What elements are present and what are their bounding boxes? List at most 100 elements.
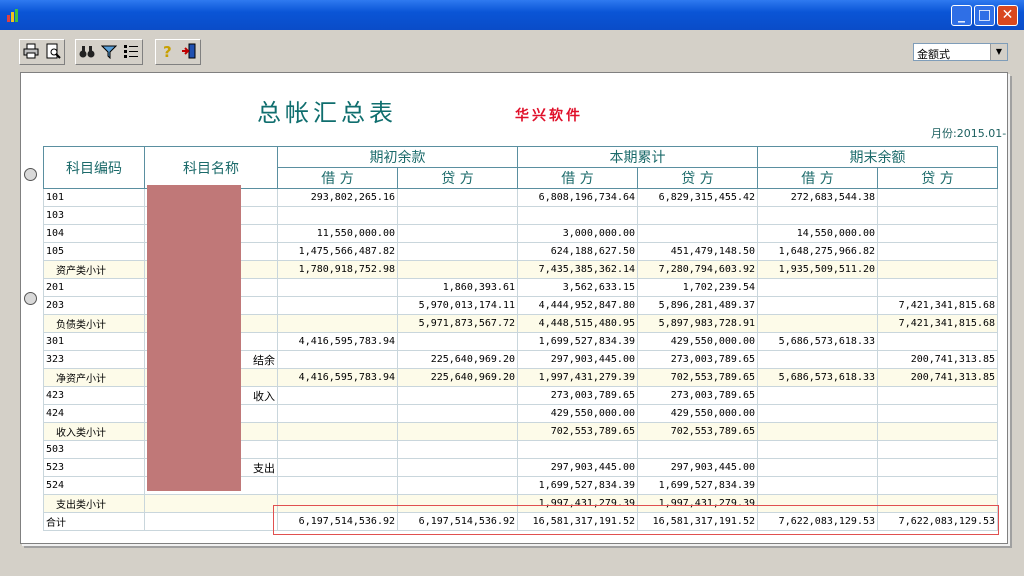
opening-debit-cell[interactable] xyxy=(277,440,398,459)
opening-debit-cell[interactable] xyxy=(277,404,398,423)
opening-debit-cell[interactable] xyxy=(277,350,398,369)
opening-credit-cell[interactable]: 1,860,393.61 xyxy=(397,278,518,297)
opening-debit-cell[interactable]: 293,802,265.16 xyxy=(277,188,398,207)
opening-credit-cell[interactable] xyxy=(397,224,518,243)
current-credit-cell[interactable] xyxy=(637,440,758,459)
account-code-cell[interactable]: 523 xyxy=(43,458,145,477)
current-credit-cell[interactable]: 273,003,789.65 xyxy=(637,386,758,405)
account-code-cell[interactable]: 103 xyxy=(43,206,145,225)
current-debit-cell[interactable]: 624,188,627.50 xyxy=(517,242,638,261)
current-credit-cell[interactable]: 429,550,000.00 xyxy=(637,332,758,351)
closing-credit-cell[interactable] xyxy=(877,206,998,225)
current-credit-cell[interactable]: 1,702,239.54 xyxy=(637,278,758,297)
closing-debit-cell[interactable] xyxy=(757,314,878,333)
closing-debit-cell[interactable] xyxy=(757,206,878,225)
help-button[interactable]: ? xyxy=(156,40,178,62)
opening-debit-cell[interactable]: 4,416,595,783.94 xyxy=(277,368,398,387)
current-debit-cell[interactable]: 1,699,527,834.39 xyxy=(517,476,638,495)
opening-credit-cell[interactable]: 5,971,873,567.72 xyxy=(397,314,518,333)
current-debit-cell[interactable]: 297,903,445.00 xyxy=(517,350,638,369)
current-debit-cell[interactable]: 7,435,385,362.14 xyxy=(517,260,638,279)
opening-debit-cell[interactable] xyxy=(277,422,398,441)
closing-debit-cell[interactable] xyxy=(757,458,878,477)
opening-debit-cell[interactable] xyxy=(277,206,398,225)
closing-debit-cell[interactable]: 14,550,000.00 xyxy=(757,224,878,243)
find-button[interactable] xyxy=(76,40,98,62)
opening-debit-cell[interactable]: 4,416,595,783.94 xyxy=(277,332,398,351)
account-code-cell[interactable]: 合计 xyxy=(43,512,145,531)
opening-debit-cell[interactable] xyxy=(277,296,398,315)
closing-credit-cell[interactable]: 7,421,341,815.68 xyxy=(877,314,998,333)
closing-debit-cell[interactable] xyxy=(757,278,878,297)
current-credit-cell[interactable] xyxy=(637,206,758,225)
account-code-cell[interactable]: 支出类小计 xyxy=(43,494,145,513)
opening-credit-cell[interactable] xyxy=(397,188,518,207)
closing-credit-cell[interactable] xyxy=(877,422,998,441)
current-credit-cell[interactable]: 702,553,789.65 xyxy=(637,422,758,441)
current-debit-cell[interactable] xyxy=(517,206,638,225)
closing-debit-cell[interactable] xyxy=(757,386,878,405)
closing-credit-cell[interactable] xyxy=(877,278,998,297)
current-debit-cell[interactable]: 3,562,633.15 xyxy=(517,278,638,297)
current-credit-cell[interactable]: 702,553,789.65 xyxy=(637,368,758,387)
opening-debit-cell[interactable] xyxy=(277,458,398,477)
account-code-cell[interactable]: 323 xyxy=(43,350,145,369)
current-debit-cell[interactable]: 3,000,000.00 xyxy=(517,224,638,243)
opening-credit-cell[interactable] xyxy=(397,206,518,225)
opening-credit-cell[interactable] xyxy=(397,386,518,405)
account-code-cell[interactable]: 净资产小计 xyxy=(43,368,145,387)
closing-credit-cell[interactable] xyxy=(877,260,998,279)
closing-debit-cell[interactable] xyxy=(757,404,878,423)
closing-debit-cell[interactable]: 5,686,573,618.33 xyxy=(757,368,878,387)
account-code-cell[interactable]: 301 xyxy=(43,332,145,351)
account-code-cell[interactable]: 105 xyxy=(43,242,145,261)
current-credit-cell[interactable]: 7,280,794,603.92 xyxy=(637,260,758,279)
closing-debit-cell[interactable] xyxy=(757,296,878,315)
account-code-cell[interactable]: 收入类小计 xyxy=(43,422,145,441)
current-credit-cell[interactable]: 5,896,281,489.37 xyxy=(637,296,758,315)
closing-credit-cell[interactable] xyxy=(877,404,998,423)
opening-credit-cell[interactable] xyxy=(397,242,518,261)
current-credit-cell[interactable]: 429,550,000.00 xyxy=(637,404,758,423)
current-credit-cell[interactable]: 297,903,445.00 xyxy=(637,458,758,477)
account-code-cell[interactable]: 负债类小计 xyxy=(43,314,145,333)
account-code-cell[interactable]: 201 xyxy=(43,278,145,297)
list-button[interactable] xyxy=(120,40,142,62)
print-button[interactable] xyxy=(20,40,42,62)
opening-debit-cell[interactable] xyxy=(277,314,398,333)
opening-debit-cell[interactable]: 11,550,000.00 xyxy=(277,224,398,243)
opening-debit-cell[interactable]: 1,780,918,752.98 xyxy=(277,260,398,279)
opening-credit-cell[interactable] xyxy=(397,422,518,441)
account-code-cell[interactable]: 503 xyxy=(43,440,145,459)
current-debit-cell[interactable]: 1,997,431,279.39 xyxy=(517,368,638,387)
opening-credit-cell[interactable] xyxy=(397,260,518,279)
closing-debit-cell[interactable] xyxy=(757,440,878,459)
closing-debit-cell[interactable] xyxy=(757,422,878,441)
current-debit-cell[interactable]: 429,550,000.00 xyxy=(517,404,638,423)
account-code-cell[interactable]: 资产类小计 xyxy=(43,260,145,279)
filter-button[interactable] xyxy=(98,40,120,62)
account-code-cell[interactable]: 423 xyxy=(43,386,145,405)
opening-credit-cell[interactable] xyxy=(397,476,518,495)
closing-credit-cell[interactable] xyxy=(877,242,998,261)
current-debit-cell[interactable]: 1,699,527,834.39 xyxy=(517,332,638,351)
closing-credit-cell[interactable] xyxy=(877,458,998,477)
closing-debit-cell[interactable]: 5,686,573,618.33 xyxy=(757,332,878,351)
opening-credit-cell[interactable] xyxy=(397,458,518,477)
current-debit-cell[interactable]: 6,808,196,734.64 xyxy=(517,188,638,207)
current-credit-cell[interactable] xyxy=(637,224,758,243)
opening-credit-cell[interactable]: 225,640,969.20 xyxy=(397,368,518,387)
print-preview-button[interactable] xyxy=(42,40,64,62)
maximize-button[interactable]: □ xyxy=(974,5,995,26)
closing-credit-cell[interactable]: 200,741,313.85 xyxy=(877,368,998,387)
current-credit-cell[interactable]: 5,897,983,728.91 xyxy=(637,314,758,333)
opening-credit-cell[interactable]: 225,640,969.20 xyxy=(397,350,518,369)
account-code-cell[interactable]: 101 xyxy=(43,188,145,207)
current-debit-cell[interactable]: 702,553,789.65 xyxy=(517,422,638,441)
closing-debit-cell[interactable]: 272,683,544.38 xyxy=(757,188,878,207)
current-credit-cell[interactable]: 451,479,148.50 xyxy=(637,242,758,261)
closing-debit-cell[interactable] xyxy=(757,476,878,495)
closing-debit-cell[interactable] xyxy=(757,350,878,369)
exit-button[interactable] xyxy=(178,40,200,62)
closing-credit-cell[interactable] xyxy=(877,188,998,207)
